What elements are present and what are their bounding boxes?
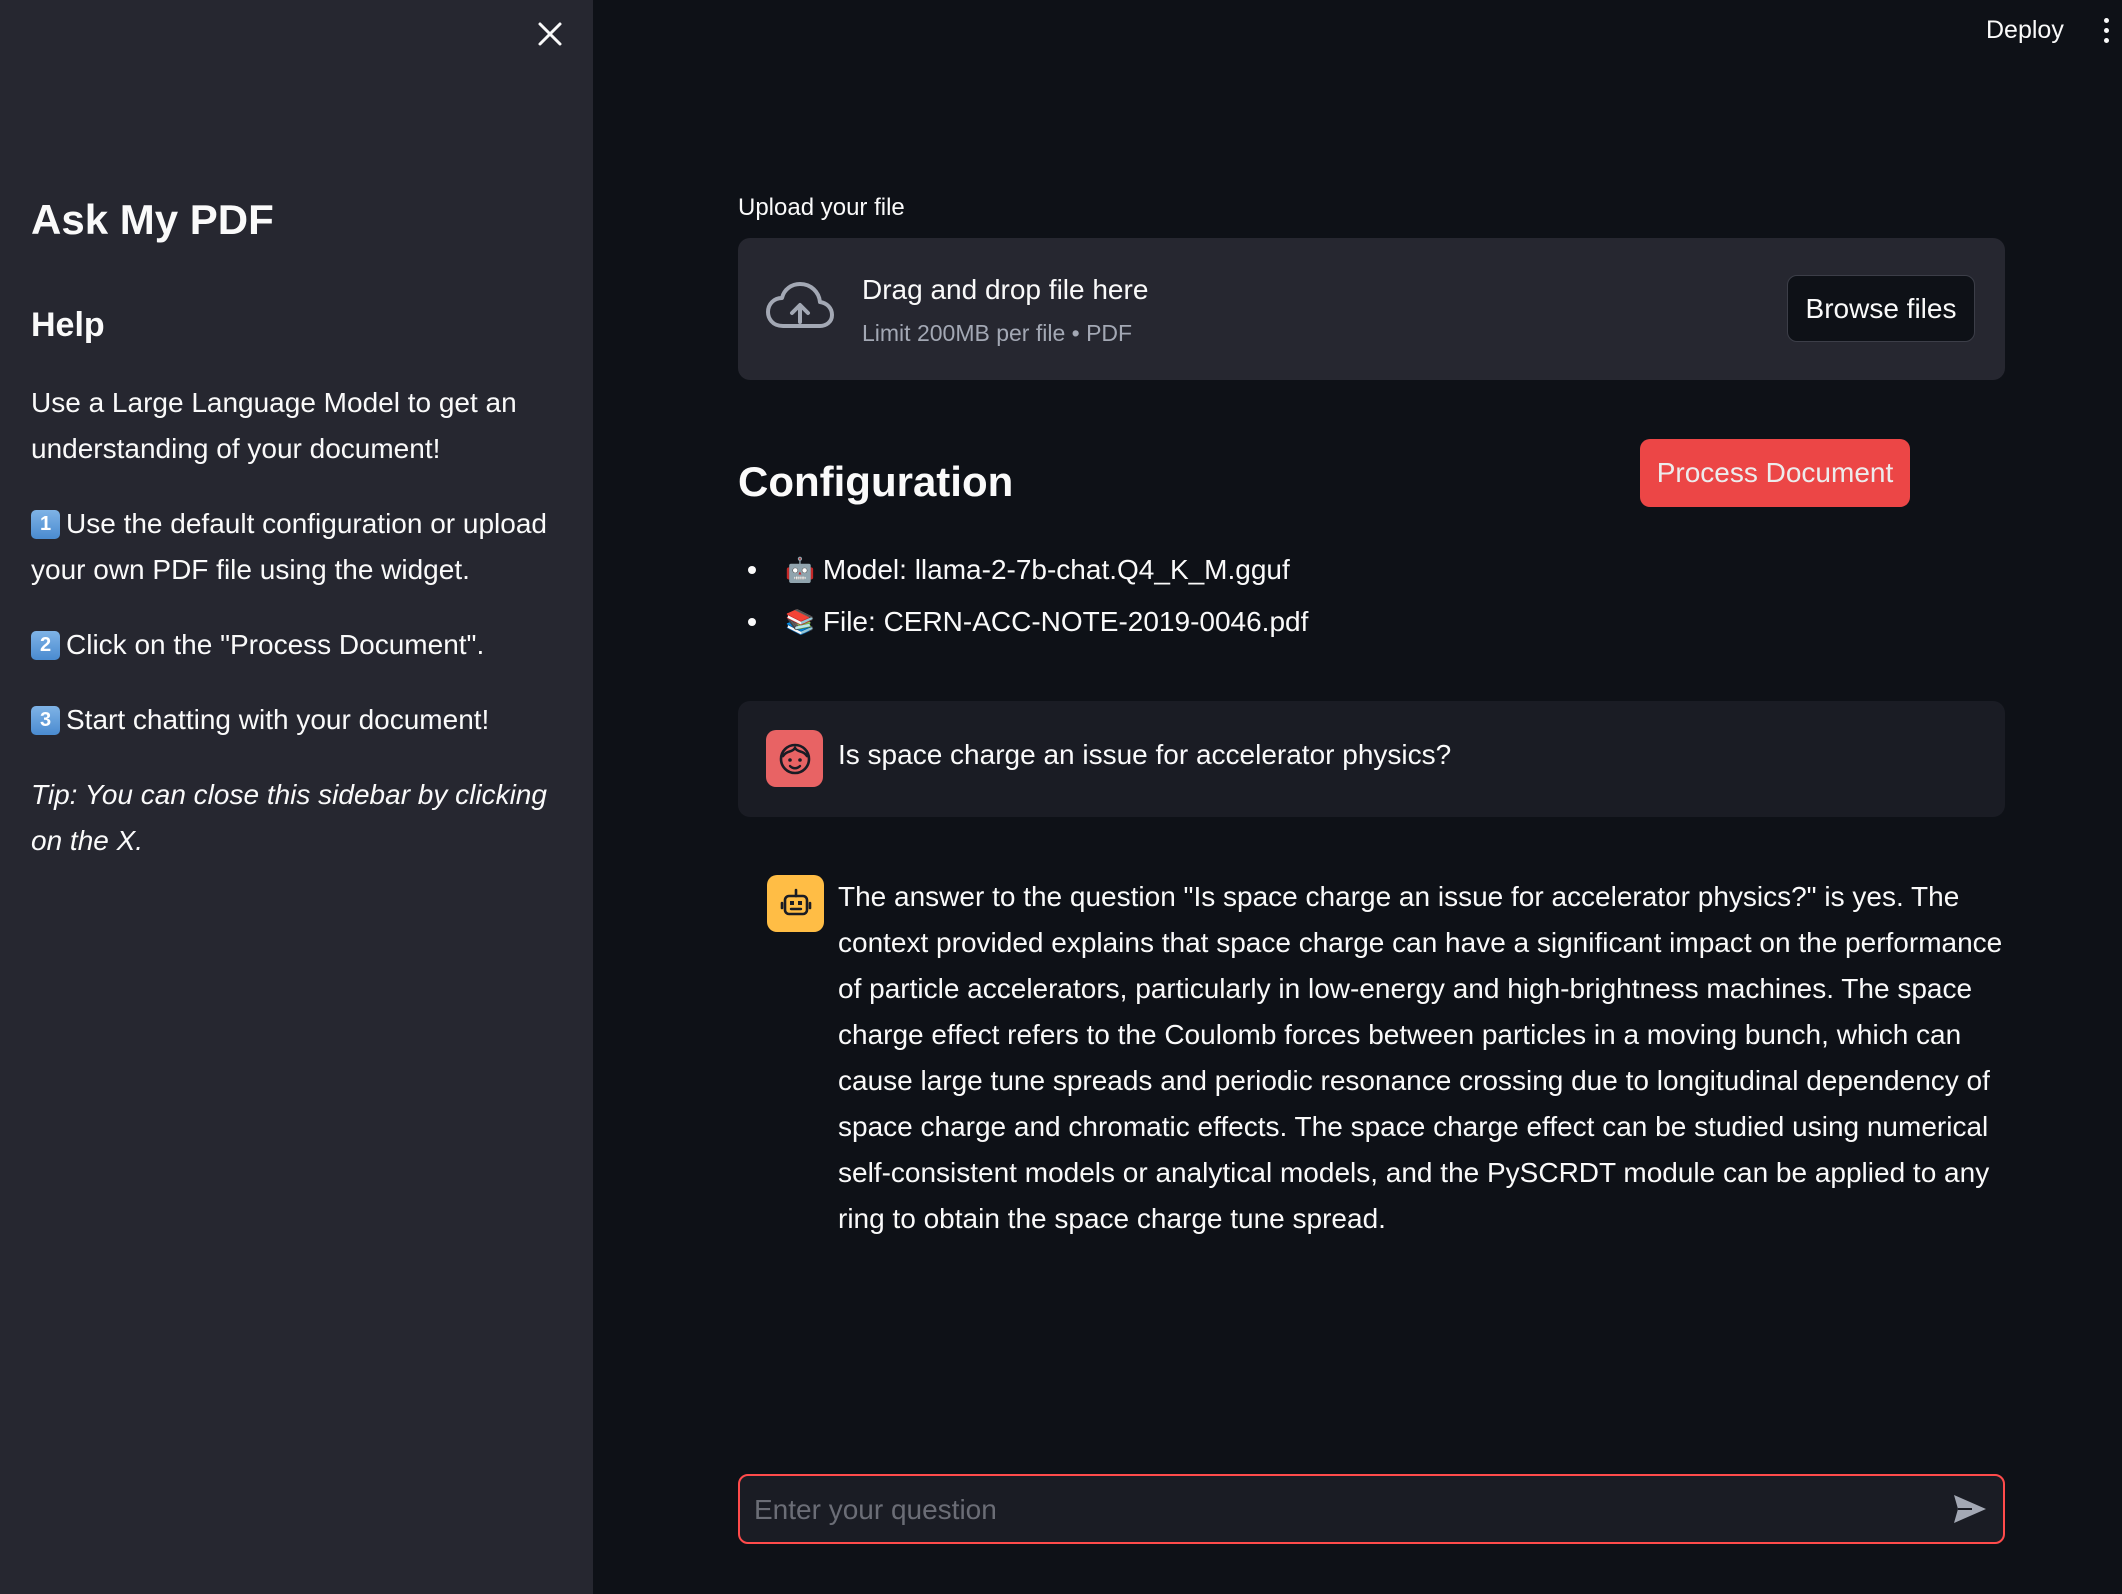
close-icon[interactable] — [537, 21, 563, 47]
config-item-model: 🤖 Model: llama-2-7b-chat.Q4_K_M.gguf — [738, 544, 1308, 596]
cloud-upload-icon — [766, 282, 834, 328]
upload-label: Upload your file — [738, 194, 905, 221]
help-step-3-text: Start chatting with your document! — [66, 704, 490, 735]
help-step-1: 1 Use the default configuration or upload… — [31, 501, 561, 593]
sidebar-title: Ask My PDF — [31, 196, 274, 243]
robot-icon: 🤖 — [785, 556, 815, 584]
config-file-text: File: CERN-ACC-NOTE-2019-0046.pdf — [822, 606, 1309, 637]
send-button[interactable] — [1950, 1490, 1990, 1528]
process-document-button[interactable]: Process Document — [1640, 439, 1910, 507]
help-intro: Use a Large Language Model to get an und… — [31, 387, 517, 464]
help-step-1-text: Use the default configuration or upload … — [31, 508, 547, 585]
help-content: Use a Large Language Model to get an und… — [31, 380, 561, 893]
dropzone-title: Drag and drop file here — [862, 274, 1149, 305]
keycap-3-icon: 3 — [31, 706, 60, 735]
keycap-2-icon: 2 — [31, 631, 60, 660]
keycap-1-icon: 1 — [31, 510, 60, 539]
config-item-file: 📚 File: CERN-ACC-NOTE-2019-0046.pdf — [738, 596, 1308, 648]
books-icon: 📚 — [785, 608, 815, 636]
help-step-2-text: Click on the "Process Document". — [66, 629, 485, 660]
question-input[interactable] — [752, 1476, 1936, 1544]
dropzone-limit: Limit 200MB per file • PDF — [862, 320, 1133, 346]
help-tip: Tip: You can close this sidebar by click… — [31, 779, 547, 856]
config-model-text: Model: llama-2-7b-chat.Q4_K_M.gguf — [822, 554, 1290, 585]
robot-icon — [780, 888, 811, 915]
help-step-2: 2 Click on the "Process Document". — [31, 622, 561, 668]
chat-message-user: Is space charge an issue for accelerator… — [738, 701, 2005, 817]
help-step-3: 3 Start chatting with your document! — [31, 697, 561, 743]
user-message-text: Is space charge an issue for accelerator… — [838, 739, 1452, 770]
kebab-menu-icon[interactable] — [2096, 12, 2116, 48]
config-list: 🤖 Model: llama-2-7b-chat.Q4_K_M.gguf 📚 F… — [738, 544, 1308, 648]
bot-avatar — [767, 875, 824, 932]
bullet-icon — [748, 618, 756, 626]
bullet-icon — [748, 566, 756, 574]
send-icon[interactable] — [1952, 1493, 1988, 1525]
app-root: Ask My PDF Help Use a Large Language Mod… — [0, 0, 2122, 1594]
sidebar: Ask My PDF Help Use a Large Language Mod… — [0, 0, 593, 1594]
user-face-icon — [779, 743, 810, 774]
bot-message-text: The answer to the question "Is space cha… — [838, 881, 2003, 1234]
configuration-heading: Configuration — [738, 458, 1014, 505]
file-dropzone[interactable]: Drag and drop file here Limit 200MB per … — [738, 238, 2005, 380]
help-heading: Help — [31, 306, 105, 344]
deploy-button[interactable]: Deploy — [1972, 10, 2078, 50]
chat-input-container — [738, 1474, 2005, 1544]
user-avatar — [766, 730, 823, 787]
browse-files-button[interactable]: Browse files — [1787, 275, 1975, 342]
close-sidebar-button[interactable] — [532, 16, 568, 52]
